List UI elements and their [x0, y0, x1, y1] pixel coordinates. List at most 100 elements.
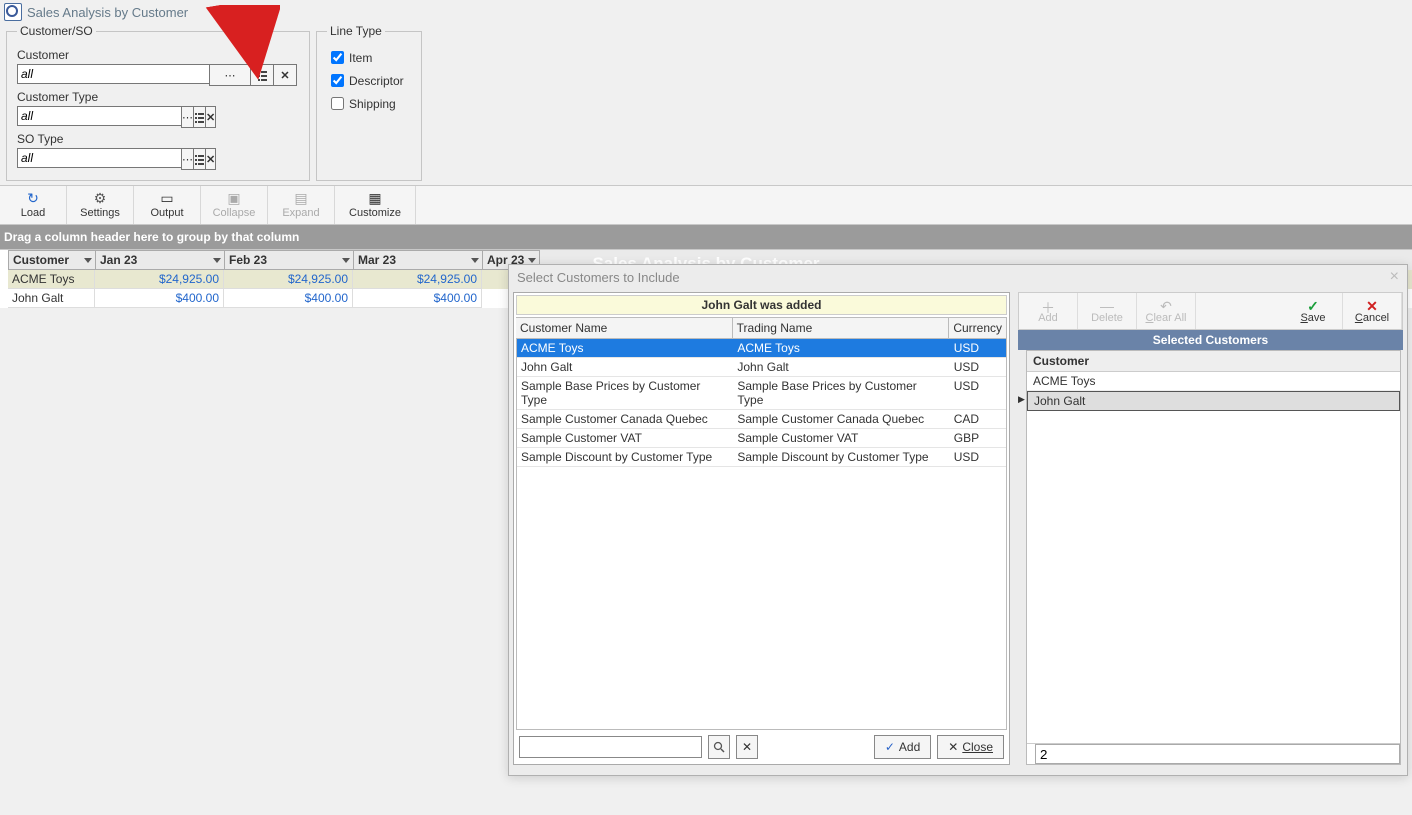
cell-customer: ACME Toys	[8, 270, 95, 289]
dropdown-icon[interactable]	[213, 258, 221, 263]
settings-button[interactable]: ⚙ Settings	[67, 186, 134, 224]
collapse-icon: ▣	[227, 191, 240, 206]
dialog-title: Select Customers to Include	[517, 270, 680, 285]
customize-button[interactable]: ▦ Customize	[335, 186, 416, 224]
descriptor-checkbox[interactable]	[331, 74, 344, 87]
delete-icon: —	[1100, 298, 1114, 312]
col-currency[interactable]: Currency	[949, 318, 1007, 338]
clear-icon[interactable]	[273, 64, 297, 86]
selected-col-header: Customer	[1027, 351, 1400, 372]
selected-customers-grid: Customer ACME ToysJohn Galt	[1026, 350, 1401, 765]
cell: Sample Discount by Customer Type	[733, 448, 949, 466]
list-icon[interactable]	[250, 64, 274, 86]
output-icon: ▭	[160, 191, 173, 206]
customer-so-group: Customer/SO Customer Customer Type SO Ty…	[6, 24, 310, 181]
cancel-button[interactable]: ✕ Cancel	[1343, 293, 1402, 329]
cell: Sample Customer VAT	[517, 429, 733, 447]
expand-icon: ▤	[294, 191, 307, 206]
customer-row[interactable]: Sample Base Prices by Customer TypeSampl…	[517, 377, 1006, 410]
cell: USD	[950, 448, 1006, 466]
col-customer-name[interactable]: Customer Name	[516, 318, 733, 338]
save-button[interactable]: ✓ Save	[1284, 293, 1343, 329]
cell-value: $24,925.00	[224, 270, 353, 289]
customer-input[interactable]	[17, 64, 210, 84]
expand-button: ▤ Expand	[268, 186, 335, 224]
customer-row[interactable]: John GaltJohn GaltUSD	[517, 358, 1006, 377]
status-message: John Galt was added	[516, 295, 1007, 315]
customer-row[interactable]: ACME ToysACME ToysUSD	[517, 339, 1006, 358]
customer-so-legend: Customer/SO	[17, 24, 96, 38]
cell: Sample Base Prices by Customer Type	[517, 377, 733, 409]
selected-customers-header: Selected Customers	[1018, 330, 1403, 350]
selected-count[interactable]	[1035, 744, 1400, 764]
customer-row[interactable]: Sample Discount by Customer TypeSample D…	[517, 448, 1006, 467]
cell-value: $24,925.00	[353, 270, 482, 289]
customize-icon: ▦	[368, 191, 381, 206]
window-title: Sales Analysis by Customer	[27, 5, 188, 20]
clear-icon[interactable]	[205, 106, 216, 128]
output-button[interactable]: ▭ Output	[134, 186, 201, 224]
field-label: Customer Type	[17, 90, 299, 104]
cell: John Galt	[517, 358, 733, 376]
app-icon	[4, 3, 22, 21]
dropdown-icon[interactable]	[528, 258, 536, 263]
select-customers-dialog: Select Customers to Include × John Galt …	[508, 264, 1408, 776]
cell: USD	[950, 377, 1006, 409]
checkbox-label: Item	[349, 51, 372, 65]
dropdown-icon[interactable]	[84, 258, 92, 263]
field-label: Customer	[17, 48, 299, 62]
close-dialog-button[interactable]: ✕ Close	[937, 735, 1004, 759]
cell-value: $400.00	[95, 289, 224, 308]
field-label: SO Type	[17, 132, 299, 146]
ellipsis-icon[interactable]	[209, 64, 251, 86]
cancel-icon: ✕	[1366, 298, 1378, 312]
cell: Sample Customer Canada Quebec	[517, 410, 733, 428]
search-icon[interactable]	[708, 735, 730, 759]
clear-all-icon: ↶	[1160, 298, 1172, 312]
col-Jan-23[interactable]: Jan 23	[96, 250, 225, 270]
load-button[interactable]: ↻ Load	[0, 186, 67, 224]
so-type-input[interactable]	[17, 148, 182, 168]
save-icon: ✓	[1307, 298, 1319, 312]
cell: Sample Discount by Customer Type	[517, 448, 733, 466]
main-window: Sales Analysis by Customer Customer/SO C…	[0, 0, 1412, 815]
filter-row: Customer/SO Customer Customer Type SO Ty…	[0, 24, 1412, 181]
cell-value: $400.00	[353, 289, 482, 308]
cell-value: $400.00	[224, 289, 353, 308]
add-button: ＋ Add	[1019, 293, 1078, 329]
col-Feb-23[interactable]: Feb 23	[225, 250, 354, 270]
shipping-checkbox[interactable]	[331, 97, 344, 110]
col-Mar-23[interactable]: Mar 23	[354, 250, 483, 270]
customer-row[interactable]: Sample Customer Canada QuebecSample Cust…	[517, 410, 1006, 429]
titlebar: Sales Analysis by Customer	[0, 0, 1412, 24]
settings-icon: ⚙	[94, 191, 107, 206]
group-by-band[interactable]: Drag a column header here to group by th…	[0, 225, 1412, 249]
dialog-titlebar: Select Customers to Include ×	[509, 265, 1407, 289]
cell: CAD	[950, 410, 1006, 428]
cell: ACME Toys	[517, 339, 733, 357]
collapse-button: ▣ Collapse	[201, 186, 268, 224]
add-customer-button[interactable]: ✓ Add	[874, 735, 931, 759]
cell: GBP	[950, 429, 1006, 447]
dropdown-icon[interactable]	[471, 258, 479, 263]
delete-button: — Delete	[1078, 293, 1137, 329]
item-checkbox[interactable]	[331, 51, 344, 64]
clear-search-icon[interactable]: ✕	[736, 735, 758, 759]
customer-search-input[interactable]	[519, 736, 702, 758]
dropdown-icon[interactable]	[342, 258, 350, 263]
selected-customers-pane: ＋ Add — Delete ↶ Clear All ✓ Save ✕ Canc…	[1018, 292, 1403, 765]
checkbox-label: Descriptor	[349, 74, 404, 88]
checkbox-label: Shipping	[349, 97, 396, 111]
customer-type-input[interactable]	[17, 106, 182, 126]
cell: USD	[950, 358, 1006, 376]
col-customer[interactable]: Customer	[8, 250, 96, 270]
add-icon: ＋	[1041, 298, 1055, 312]
line-type-legend: Line Type	[327, 24, 385, 38]
clear-icon[interactable]	[205, 148, 216, 170]
selected-row[interactable]: John Galt	[1027, 391, 1400, 411]
customer-row[interactable]: Sample Customer VATSample Customer VATGB…	[517, 429, 1006, 448]
col-trading-name[interactable]: Trading Name	[733, 318, 950, 338]
load-icon: ↻	[27, 191, 39, 206]
dialog-close-icon[interactable]: ×	[1390, 268, 1399, 286]
selected-row[interactable]: ACME Toys	[1027, 372, 1400, 391]
